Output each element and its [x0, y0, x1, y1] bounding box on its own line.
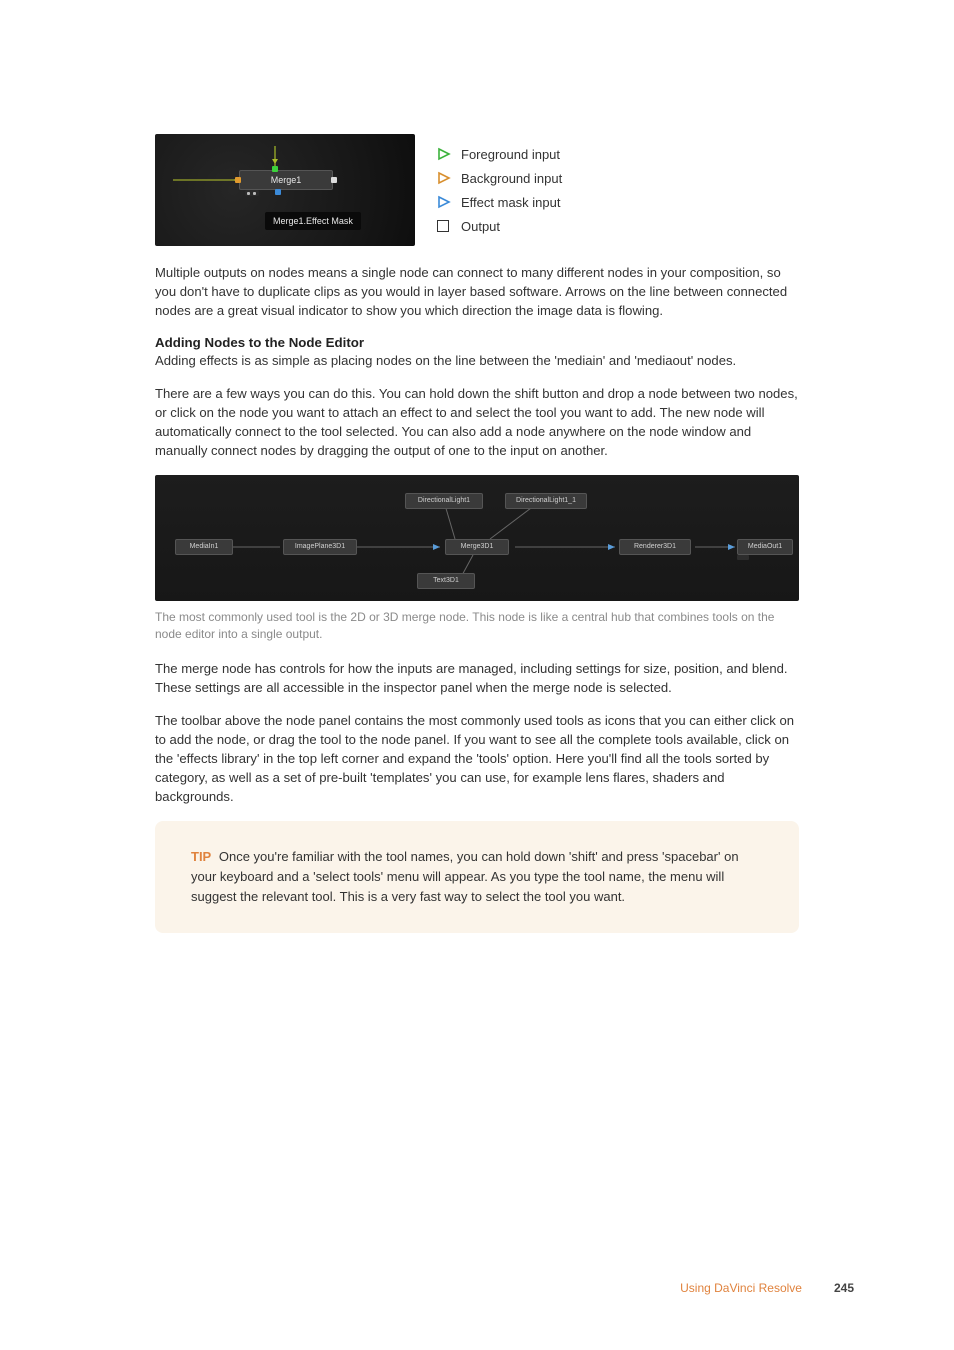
figure-node-graph: DirectionalLight1 DirectionalLight1_1 Me… [155, 475, 799, 601]
tip-label: TIP [191, 849, 211, 864]
node-mediain: MediaIn1 [175, 539, 233, 555]
bg-input-dot [235, 177, 241, 183]
footer-section: Using DaVinci Resolve [680, 1281, 802, 1295]
node-merge3d: Merge3D1 [445, 539, 509, 555]
legend-row-foreground: Foreground input [437, 147, 562, 162]
legend-label: Output [461, 219, 500, 234]
triangle-orange-icon [437, 171, 449, 185]
legend-label: Effect mask input [461, 195, 560, 210]
merge-node-label: Merge1 [271, 175, 302, 185]
output-dot [331, 177, 337, 183]
tip-text: Once you're familiar with the tool names… [191, 849, 739, 904]
tooltip: Merge1.Effect Mask [265, 212, 361, 230]
heading-adding-nodes: Adding Nodes to the Node Editor [155, 335, 799, 350]
node-directional-light-2: DirectionalLight1_1 [505, 493, 587, 509]
footer-page-number: 245 [834, 1281, 854, 1295]
fg-input-dot [272, 166, 278, 172]
legend-row-output: Output [437, 219, 562, 234]
node-mediaout: MediaOut1 [737, 539, 793, 555]
paragraph: The merge node has controls for how the … [155, 660, 799, 698]
node-handle-icon [245, 190, 259, 196]
tip-callout: TIP Once you're familiar with the tool n… [155, 821, 799, 933]
node-renderer3d: Renderer3D1 [619, 539, 691, 555]
legend-label: Background input [461, 171, 562, 186]
triangle-blue-icon [437, 195, 449, 209]
square-icon [437, 220, 449, 232]
legend: Foreground input Background input Effect… [437, 147, 562, 234]
node-directional-light-1: DirectionalLight1 [405, 493, 483, 509]
paragraph: The toolbar above the node panel contain… [155, 712, 799, 807]
triangle-green-icon [437, 147, 449, 161]
paragraph: Multiple outputs on nodes means a single… [155, 264, 799, 321]
legend-label: Foreground input [461, 147, 560, 162]
paragraph: There are a few ways you can do this. Yo… [155, 385, 799, 461]
node-diagram: Merge1 Merge1.Effect Mask [155, 134, 415, 246]
figure-merge-node-legend: Merge1 Merge1.Effect Mask Foreground inp… [155, 134, 799, 246]
legend-row-background: Background input [437, 171, 562, 186]
paragraph: Adding effects is as simple as placing n… [155, 352, 799, 371]
node-handle-icon [737, 555, 749, 560]
merge-node: Merge1 [239, 170, 333, 190]
page: Merge1 Merge1.Effect Mask Foreground inp… [0, 0, 954, 1350]
page-footer: Using DaVinci Resolve 245 [680, 1281, 854, 1295]
figure-caption: The most commonly used tool is the 2D or… [155, 609, 799, 644]
legend-row-effectmask: Effect mask input [437, 195, 562, 210]
node-imageplane3d: ImagePlane3D1 [283, 539, 357, 555]
mask-input-dot [275, 189, 281, 195]
node-text3d: Text3D1 [417, 573, 475, 589]
